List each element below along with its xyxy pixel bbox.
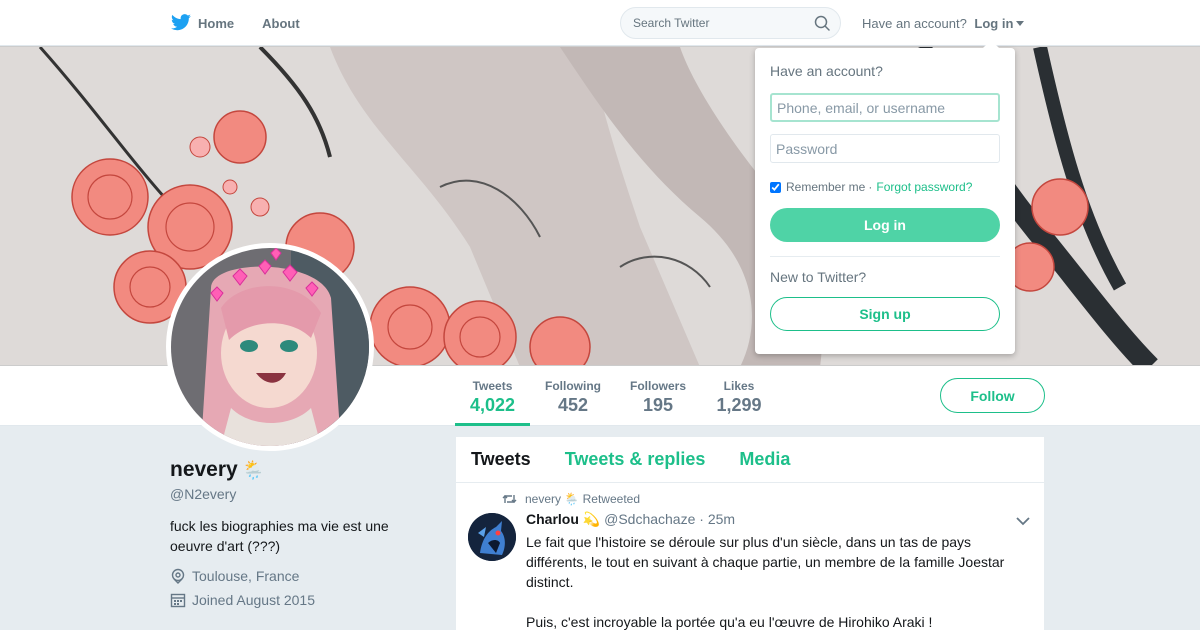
tweet-header: Charlou 💫 @Sdchachaze · 25m xyxy=(526,511,735,528)
nav-left: Home About xyxy=(170,0,328,46)
avatar[interactable] xyxy=(166,243,374,451)
calendar-icon xyxy=(170,593,186,608)
nav-home[interactable]: Home xyxy=(170,14,234,32)
nav-about-label: About xyxy=(262,15,300,31)
tweet-author-name[interactable]: Charlou xyxy=(526,511,579,527)
top-navigation: Home About Have an account? Log in xyxy=(0,0,1200,46)
bio-line: fuck les biographies ma vie est une xyxy=(170,518,389,534)
username-field[interactable] xyxy=(770,93,1000,122)
remember-separator: · xyxy=(868,180,873,194)
signup-button[interactable]: Sign up xyxy=(770,297,1000,331)
login-dropdown-title: Have an account? xyxy=(770,63,883,79)
tab-media[interactable]: Media xyxy=(739,449,790,470)
stat-value: 195 xyxy=(642,395,674,415)
author-emoji: 💫 xyxy=(582,511,601,527)
profile-joined: Joined August 2015 xyxy=(170,592,430,608)
remember-row: Remember me · Forgot password? xyxy=(770,180,1000,194)
tweet-timestamp[interactable]: · 25m xyxy=(699,511,735,527)
remember-me-checkbox[interactable] xyxy=(770,181,781,193)
login-dropdown: Have an account? Remember me · Forgot pa… xyxy=(755,40,1015,354)
tweet-author-avatar[interactable] xyxy=(468,513,516,561)
stat-likes[interactable]: Likes 1,299 xyxy=(710,366,768,426)
search-input[interactable] xyxy=(621,8,801,38)
stat-label: Likes xyxy=(723,379,755,393)
caret-down-icon xyxy=(1016,21,1025,26)
forgot-password-link[interactable]: Forgot password? xyxy=(876,180,972,194)
chevron-down-icon[interactable] xyxy=(1016,516,1030,526)
stat-followers[interactable]: Followers 195 xyxy=(626,366,690,426)
profile-bio: fuck les biographies ma vie est une oeuv… xyxy=(170,516,430,556)
profile-location: Toulouse, France xyxy=(170,568,430,584)
new-to-twitter-text: New to Twitter? xyxy=(770,269,867,285)
avatar-image xyxy=(171,248,369,446)
dropdown-divider xyxy=(770,256,1000,257)
tab-tweets-replies[interactable]: Tweets & replies xyxy=(565,449,706,470)
stat-value: 1,299 xyxy=(716,395,762,415)
name-emoji: 🌦️ xyxy=(242,460,265,480)
retweet-label[interactable]: nevery 🌦️ Retweeted xyxy=(525,492,640,506)
search-box xyxy=(620,7,841,39)
profile-card: nevery 🌦️ @N2every fuck les biographies … xyxy=(170,458,430,608)
profile-handle[interactable]: @N2every xyxy=(170,486,430,502)
stat-label: Following xyxy=(545,379,601,393)
password-field[interactable] xyxy=(770,134,1000,163)
retweet-context: nevery 🌦️ Retweeted xyxy=(502,492,640,506)
retweet-icon xyxy=(502,495,517,503)
twitter-bird-icon xyxy=(171,14,191,31)
bio-line: oeuvre d'art (???) xyxy=(170,538,281,554)
stat-label: Tweets xyxy=(472,379,513,393)
login-button[interactable]: Log in xyxy=(770,208,1000,242)
display-name[interactable]: nevery xyxy=(170,458,238,481)
tweet-author-handle[interactable]: @Sdchachaze xyxy=(604,511,695,527)
remember-me-label[interactable]: Remember me xyxy=(786,180,865,194)
timeline: Tweets Tweets & replies Media nevery 🌦️ … xyxy=(456,437,1044,630)
tab-tweets[interactable]: Tweets xyxy=(471,449,531,470)
login-link-label: Log in xyxy=(974,16,1014,31)
follow-button[interactable]: Follow xyxy=(940,378,1045,413)
nav-home-label: Home xyxy=(198,15,235,31)
stat-value: 452 xyxy=(557,395,589,415)
profile-name-row: nevery 🌦️ xyxy=(170,458,430,482)
stat-following[interactable]: Following 452 xyxy=(540,366,606,426)
joined-text: Joined August 2015 xyxy=(192,592,315,608)
login-prompt: Have an account? Log in xyxy=(862,16,1025,31)
have-account-text: Have an account? xyxy=(862,16,967,31)
search-icon[interactable] xyxy=(814,15,830,31)
login-dropdown-toggle[interactable]: Log in xyxy=(974,16,1025,31)
author-avatar-image xyxy=(468,513,516,561)
stat-label: Followers xyxy=(629,379,686,393)
nav-about[interactable]: About xyxy=(262,16,300,31)
location-icon xyxy=(171,568,185,584)
stat-value: 4,022 xyxy=(469,395,516,415)
timeline-tabs: Tweets Tweets & replies Media xyxy=(456,437,1044,483)
tweet-text: Le fait que l'histoire se déroule sur pl… xyxy=(526,532,1031,630)
location-text: Toulouse, France xyxy=(192,568,300,584)
stat-tweets[interactable]: Tweets 4,022 xyxy=(455,366,530,426)
tweet-paragraph: Puis, c'est incroyable la portée qu'a eu… xyxy=(526,614,933,630)
tweet-paragraph: Le fait que l'histoire se déroule sur pl… xyxy=(526,534,1005,590)
